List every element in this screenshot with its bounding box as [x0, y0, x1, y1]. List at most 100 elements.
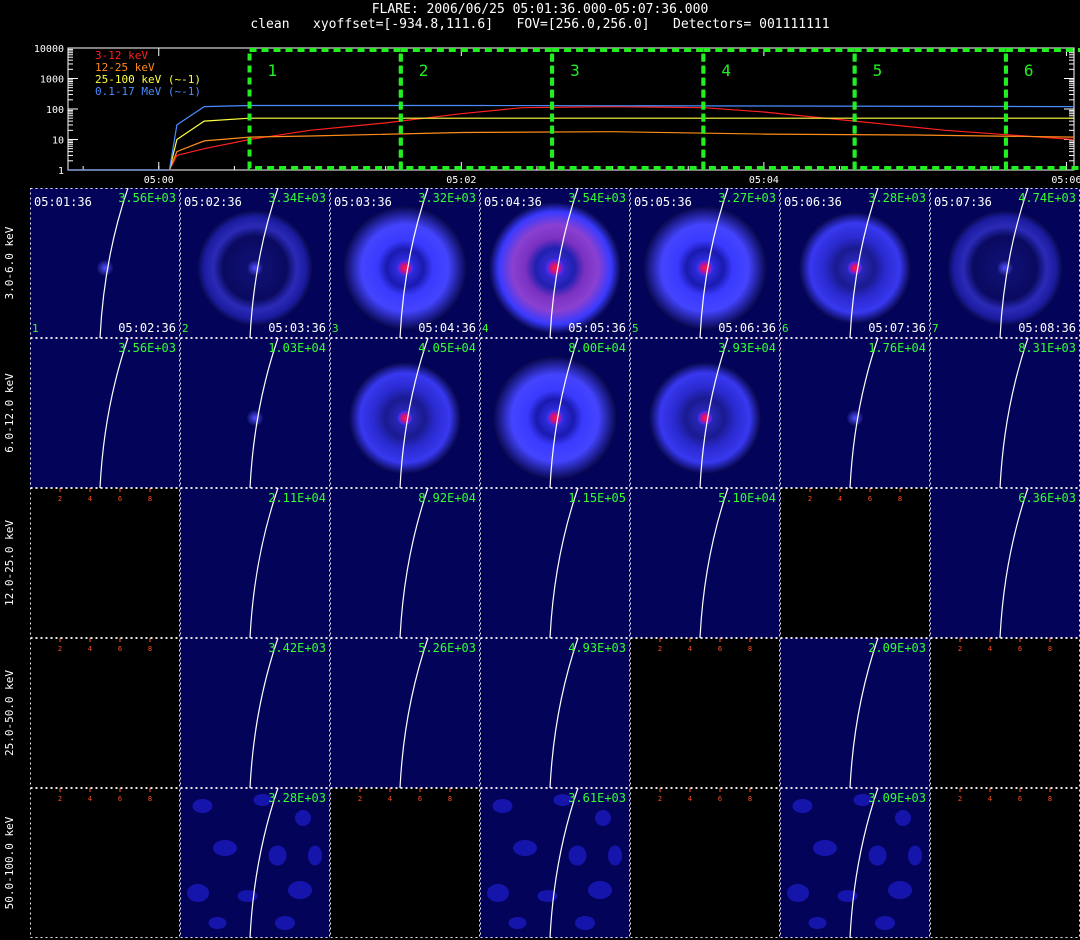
cell-background: [480, 488, 630, 638]
image-cell: 2 4 6 8: [780, 488, 930, 638]
noise-blob: [837, 890, 858, 902]
noise-blob: [895, 810, 911, 826]
y-tick-label: 100: [46, 105, 64, 116]
solar-limb: [249, 337, 279, 489]
max-value-label: 3.28E+03: [868, 191, 926, 205]
cell-background: [480, 638, 630, 788]
title-line-2: clean xyoffset=[-934.8,111.6] FOV=[256.0…: [250, 17, 830, 32]
cell-border: [330, 638, 480, 788]
cell-background: [630, 188, 780, 338]
noise-blob: [568, 845, 587, 866]
axis-tick-label: 4: [688, 645, 692, 653]
image-cell: 3.93E+04: [630, 337, 780, 489]
noise-blob: [237, 890, 258, 902]
image-cell: 4.74E+03 05:07:36 05:08:36 7: [930, 187, 1080, 339]
series-line-1: [68, 131, 1075, 171]
noise-blob: [787, 884, 809, 902]
end-time-label: 05:02:36: [118, 321, 176, 335]
cell-background: [30, 338, 180, 488]
axis-tick-label: 6: [868, 495, 872, 503]
noise-blob: [187, 884, 209, 902]
axis-tick-label: 6: [1018, 795, 1022, 803]
image-cell: 3.42E+03: [180, 637, 330, 789]
cell-background: [180, 188, 330, 338]
max-value-label: 3.32E+03: [418, 191, 476, 205]
source-core: [397, 260, 413, 276]
energy-row-label: 6.0-12.0 keV: [3, 373, 16, 453]
image-cell: 3.32E+03 05:03:36 05:04:36 3: [330, 187, 480, 339]
source-core: [247, 410, 263, 426]
axis-tick-label: 4: [88, 495, 92, 503]
axis-tick-label: 2: [958, 795, 962, 803]
cell-background: [180, 338, 330, 488]
cell-border: [480, 488, 630, 638]
source-core: [847, 410, 863, 426]
lightcurve-plot: 11010010001000005:0005:0205:0405:0605:08…: [34, 44, 1080, 186]
cell-background: [780, 338, 930, 488]
cell-background: [630, 488, 780, 638]
image-cell: 2 4 6 8: [930, 788, 1080, 938]
end-time-label: 05:03:36: [268, 321, 326, 335]
max-value-label: 3.93E+04: [718, 341, 776, 355]
max-value-label: 8.92E+04: [418, 491, 476, 505]
source-ring: [947, 210, 1063, 326]
energy-row-label: 50.0-100.0 keV: [3, 816, 16, 910]
image-cell: 4.93E+03: [480, 637, 630, 789]
cell-border: [180, 638, 330, 788]
cell-background: [930, 188, 1080, 338]
cell-border: [630, 188, 780, 338]
cell-border: [930, 638, 1080, 788]
start-time-label: 05:07:36: [934, 195, 992, 209]
cell-background: [930, 488, 1080, 638]
max-value-label: 3.56E+03: [118, 191, 176, 205]
cell-background: [330, 788, 480, 938]
axis-tick-label: 4: [388, 795, 392, 803]
axis-tick-label: 6: [118, 495, 122, 503]
max-value-label: 4.74E+03: [1018, 191, 1076, 205]
noise-blob: [513, 840, 537, 856]
solar-limb: [999, 487, 1029, 639]
source-ring: [349, 362, 461, 474]
cell-border: [30, 188, 180, 338]
source-ring: [489, 202, 621, 334]
image-cell: 2 4 6 8: [30, 488, 180, 638]
cell-background: [180, 488, 330, 638]
solar-limb: [849, 187, 879, 339]
max-value-label: 5.10E+04: [718, 491, 776, 505]
solar-limb: [549, 337, 579, 489]
cell-border: [30, 488, 180, 638]
x-tick-label: 05:04: [749, 175, 779, 186]
x-tick-label: 05:06: [1051, 175, 1080, 186]
cell-border: [180, 338, 330, 488]
solar-limb: [99, 337, 129, 489]
noise-blob: [588, 881, 612, 899]
solar-limb: [249, 487, 279, 639]
interval-number: 6: [782, 322, 789, 335]
x-tick-label: 05:02: [446, 175, 476, 186]
image-cell: 6.36E+03: [930, 487, 1080, 639]
cell-border: [780, 338, 930, 488]
source-core: [848, 261, 862, 275]
cell-border: [630, 788, 780, 938]
axis-tick-label: 2: [58, 645, 62, 653]
image-cell: 3.27E+03 05:05:36 05:06:36 5: [630, 187, 780, 339]
cell-border: [180, 488, 330, 638]
cell-background: [930, 788, 1080, 938]
cell-border: [630, 488, 780, 638]
cell-background: [480, 338, 630, 488]
cell-border: [930, 488, 1080, 638]
series-line-2: [68, 117, 1074, 171]
solar-limb: [249, 187, 279, 339]
noise-blob: [487, 884, 509, 902]
axis-tick-label: 8: [748, 795, 752, 803]
max-value-label: 3.09E+03: [868, 791, 926, 805]
source-core: [398, 411, 412, 425]
cell-background: [480, 188, 630, 338]
cell-border: [780, 638, 930, 788]
series-line-3: [68, 104, 1075, 171]
legend-entry-3: 0.1-17 MeV (~-1): [95, 85, 201, 98]
solar-limb: [249, 637, 279, 789]
y-tick-label: 10: [52, 136, 64, 147]
cell-background: [30, 488, 180, 638]
image-cell: 4.05E+04: [330, 337, 480, 489]
